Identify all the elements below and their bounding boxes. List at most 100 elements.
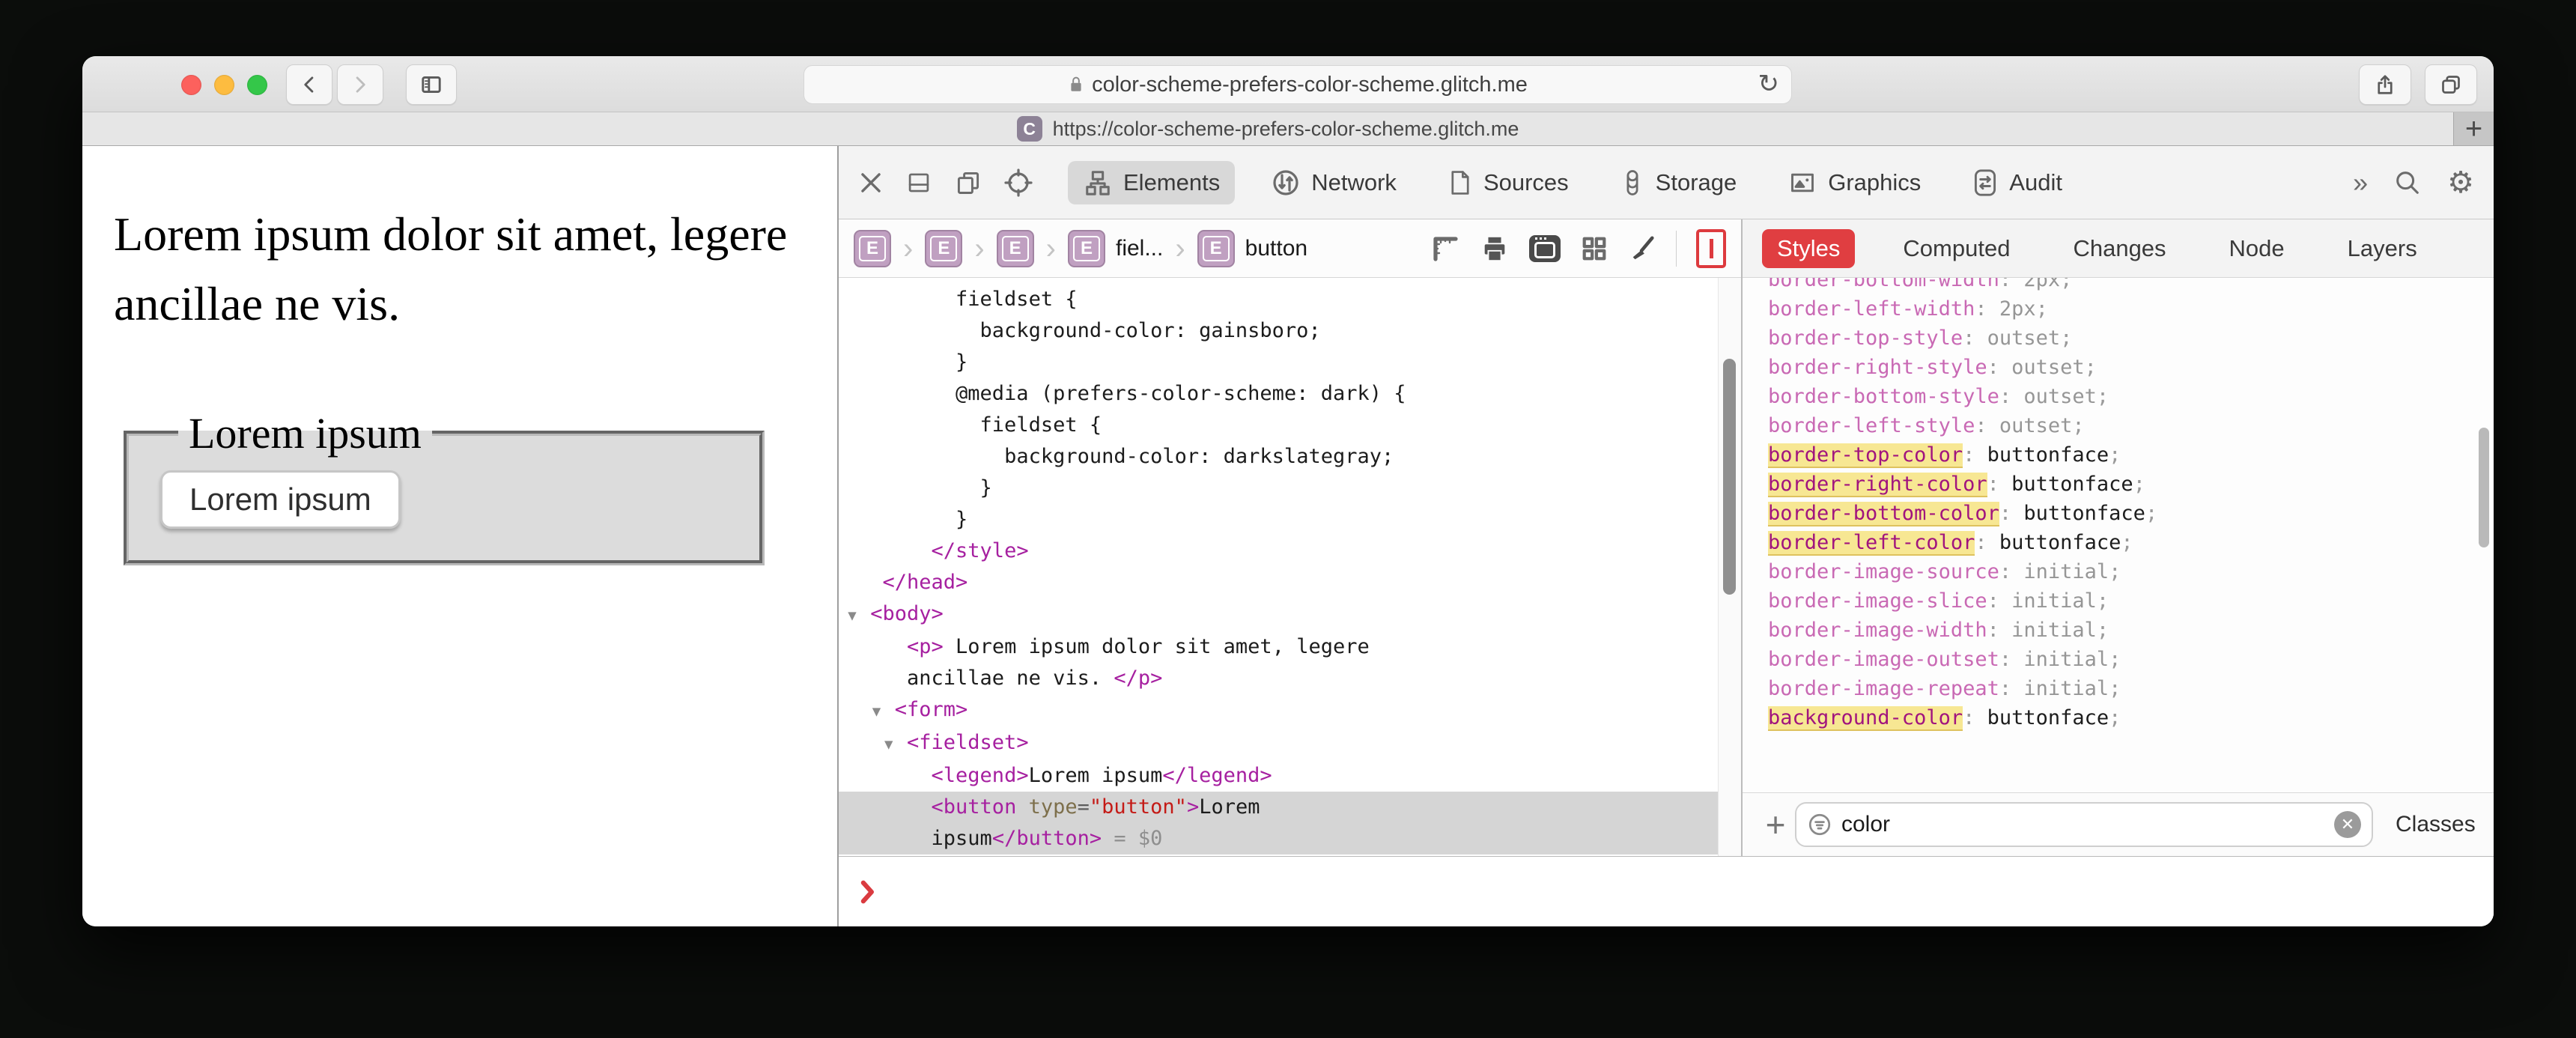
dock-to-side-button[interactable]	[954, 169, 982, 196]
dom-tree-row[interactable]: }	[839, 473, 1741, 504]
style-property-row[interactable]: border-image-width: initial;	[1768, 616, 2494, 645]
zoom-window-button[interactable]	[247, 75, 267, 95]
breadcrumb-element-badge[interactable]: E	[854, 229, 891, 267]
dock-bottom-icon	[908, 173, 929, 192]
dom-tree-row[interactable]: fieldset {	[839, 284, 1741, 315]
styles-filter-input[interactable]: color ✕	[1795, 802, 2373, 847]
style-property-row[interactable]: border-left-style: outset;	[1768, 411, 2494, 440]
minimize-window-button[interactable]	[214, 75, 234, 95]
dom-tree-row[interactable]: background-color: darkslategray;	[839, 441, 1741, 473]
inspector-tab-graphics[interactable]: Graphics	[1772, 162, 1936, 204]
close-window-button[interactable]	[181, 75, 201, 95]
dom-tree-row[interactable]: ▼ <fieldset>	[839, 727, 1741, 760]
dom-tree-row[interactable]: ipsum</button> = $0	[839, 823, 1741, 855]
dom-tree-row[interactable]: <button type="button">Lorem	[839, 792, 1741, 823]
disclosure-triangle-icon[interactable]: ▼	[884, 729, 907, 760]
dom-tree-row[interactable]: <legend>Lorem ipsum</legend>	[839, 760, 1741, 792]
inspector-tab-sources[interactable]: Sources	[1433, 160, 1584, 205]
compositing-borders-icon[interactable]	[1696, 228, 1726, 268]
style-property-row[interactable]: background-color: buttonface;	[1768, 703, 2494, 732]
sidebar-tab-changes[interactable]: Changes	[2058, 229, 2181, 268]
share-button[interactable]	[2359, 64, 2411, 105]
style-property-row[interactable]: border-bottom-style: outset;	[1768, 382, 2494, 411]
sidebar-tab-node[interactable]: Node	[2214, 229, 2300, 268]
style-property-row[interactable]: border-right-style: outset;	[1768, 353, 2494, 382]
dom-tree-row[interactable]: </head>	[839, 567, 1741, 598]
new-rule-button[interactable]: +	[1756, 804, 1795, 845]
property-name: background-color	[1768, 706, 1963, 729]
dom-tree-row[interactable]: ancillae ne vis. </p>	[839, 663, 1741, 694]
tab-overview-button[interactable]	[2425, 64, 2477, 105]
scrollbar-thumb[interactable]	[1723, 359, 1736, 595]
dom-tree-row[interactable]: ▼ <body>	[839, 598, 1741, 631]
style-property-row[interactable]: border-bottom-width: 2px;	[1768, 278, 2494, 294]
disclosure-triangle-icon[interactable]: ▼	[872, 696, 895, 727]
breadcrumb-element-badge[interactable]: E	[1197, 229, 1235, 267]
style-property-row[interactable]: border-image-repeat: initial;	[1768, 674, 2494, 703]
breadcrumb: E › E › E › E fiel... › E button	[839, 219, 1741, 278]
dom-tree-row[interactable]: <p> Lorem ipsum dolor sit amet, legere	[839, 631, 1741, 663]
dom-tree-row[interactable]: fieldset {	[839, 410, 1741, 441]
style-property-row[interactable]: border-image-outset: initial;	[1768, 645, 2494, 674]
more-tabs-button[interactable]: »	[2353, 167, 2368, 198]
search-button[interactable]	[2393, 169, 2422, 197]
page-button[interactable]: Lorem ipsum	[160, 470, 401, 529]
reload-icon[interactable]: ↻	[1758, 69, 1780, 99]
style-property-row[interactable]: border-image-slice: initial;	[1768, 586, 2494, 616]
style-property-row[interactable]: border-left-width: 2px;	[1768, 294, 2494, 324]
browser-tab[interactable]: C https://color-scheme-prefers-color-sch…	[82, 112, 2453, 145]
sidebar-icon	[422, 76, 441, 94]
back-button[interactable]	[286, 64, 332, 105]
clear-filter-icon[interactable]: ✕	[2334, 811, 2361, 838]
breadcrumb-element-badge[interactable]: E	[1067, 229, 1105, 267]
dom-tree-row[interactable]: background-color: gainsboro;	[839, 315, 1741, 347]
dom-panel: E › E › E › E fiel... › E button fieldse…	[839, 219, 1741, 856]
address-bar[interactable]: color-scheme-prefers-color-scheme.glitch…	[804, 65, 1792, 104]
style-property-row[interactable]: border-image-source: initial;	[1768, 557, 2494, 586]
disclosure-triangle-icon[interactable]: ▼	[848, 600, 870, 631]
new-tab-button[interactable]: +	[2453, 112, 2494, 145]
sidebar-tab-layers[interactable]: Layers	[2333, 229, 2432, 268]
dom-tree-row[interactable]: </style>	[839, 535, 1741, 567]
quick-console[interactable]	[839, 856, 2494, 926]
inspector-tab-audit[interactable]: Audit	[1957, 160, 2077, 206]
classes-toggle[interactable]: Classes	[2396, 812, 2476, 837]
sidebar-tab-computed[interactable]: Computed	[1888, 229, 2025, 268]
breadcrumb-item-fieldset[interactable]: fiel...	[1116, 236, 1163, 261]
close-inspector-button[interactable]	[858, 170, 884, 195]
rulers-toggle-icon[interactable]	[1430, 234, 1460, 264]
inspector-tab-storage[interactable]: Storage	[1605, 160, 1752, 205]
plus-icon: +	[2464, 112, 2483, 145]
fieldset-legend: Lorem ipsum	[189, 408, 422, 458]
dom-tree-scrollbar[interactable]	[1718, 278, 1741, 856]
style-property-row[interactable]: border-left-color: buttonface;	[1768, 528, 2494, 557]
settings-button[interactable]: ⚙	[2447, 166, 2474, 200]
element-picker-button[interactable]	[1003, 168, 1033, 198]
breadcrumb-element-badge[interactable]: E	[925, 229, 963, 267]
dock-to-bottom-button[interactable]	[905, 170, 933, 195]
element-states-brush-icon[interactable]	[1628, 234, 1656, 264]
print-styles-icon[interactable]	[1480, 234, 1510, 263]
style-property-row[interactable]: border-top-color: buttonface;	[1768, 440, 2494, 470]
styles-scrollbar[interactable]	[2477, 278, 2491, 792]
lock-icon	[1071, 76, 1081, 91]
chevron-separator-icon: ›	[974, 231, 985, 265]
inspector-tab-elements[interactable]: Elements	[1068, 160, 1236, 204]
inspector-tab-network[interactable]: Network	[1256, 160, 1412, 205]
style-property-row[interactable]: border-top-style: outset;	[1768, 324, 2494, 353]
dom-tree-row[interactable]: }	[839, 347, 1741, 378]
style-property-row[interactable]: border-bottom-color: buttonface;	[1768, 499, 2494, 528]
sidebar-tab-styles[interactable]: Styles	[1762, 228, 1856, 268]
dom-tree-row[interactable]: }	[839, 504, 1741, 535]
filter-icon	[1808, 813, 1831, 836]
forward-button[interactable]	[337, 64, 383, 105]
dom-tree-row[interactable]: @media (prefers-color-scheme: dark) {	[839, 378, 1741, 410]
grid-overlay-icon[interactable]	[1580, 234, 1609, 263]
appearance-toggle-icon[interactable]	[1529, 234, 1561, 262]
style-property-row[interactable]: border-right-color: buttonface;	[1768, 470, 2494, 499]
dom-tree-row[interactable]: ▼ <form>	[839, 694, 1741, 727]
breadcrumb-element-badge[interactable]: E	[996, 229, 1034, 267]
scrollbar-thumb[interactable]	[2479, 428, 2489, 547]
sidebar-toggle-button[interactable]	[406, 64, 457, 105]
breadcrumb-item-button[interactable]: button	[1245, 236, 1307, 261]
